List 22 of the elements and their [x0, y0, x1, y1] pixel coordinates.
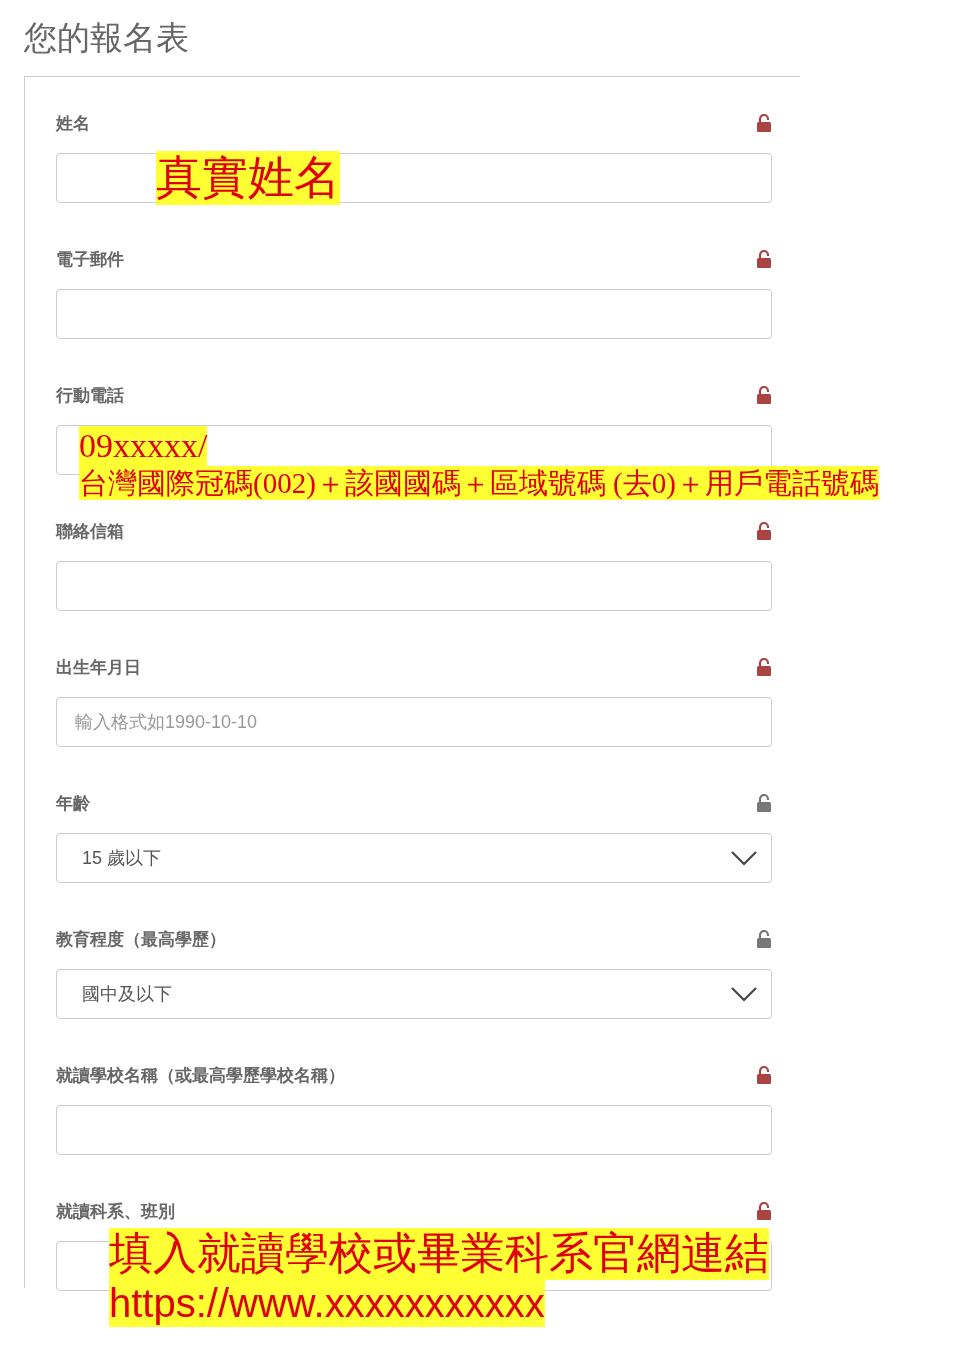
field-label: 姓名: [56, 112, 90, 135]
text-field[interactable]: [56, 561, 772, 611]
field-label: 聯絡信箱: [56, 520, 124, 543]
annotation-tooltip: 台灣國際冠碼(002)＋該國國碼＋區域號碼 (去0)＋用戶電話號碼: [79, 466, 879, 501]
field-label: 電子郵件: [56, 248, 124, 271]
field-label: 行動電話: [56, 384, 124, 407]
field-label: 教育程度（最高學歷）: [56, 928, 226, 951]
field-label: 就讀學校名稱（或最高學歷學校名稱）: [56, 1064, 345, 1087]
field-label: 出生年月日: [56, 656, 141, 679]
text-field[interactable]: [56, 289, 772, 339]
dropdown-field[interactable]: 國中及以下: [56, 969, 772, 1019]
annotation-tooltip: 真實姓名: [156, 151, 340, 206]
annotation-tooltip: 填入就讀學校或畢業科系官網連結: [109, 1228, 769, 1280]
form-title: 您的報名表: [24, 18, 190, 58]
annotation-tooltip: https://www.xxxxxxxxxxx: [109, 1279, 545, 1328]
chevron-down-icon: [731, 850, 757, 866]
field-label: 年齡: [56, 792, 90, 815]
text-field[interactable]: [56, 1105, 772, 1155]
text-field[interactable]: 輸入格式如1990-10-10: [56, 697, 772, 747]
field-label: 就讀科系、班別: [56, 1200, 175, 1223]
dropdown-field[interactable]: 15 歲以下: [56, 833, 772, 883]
chevron-down-icon: [731, 986, 757, 1002]
